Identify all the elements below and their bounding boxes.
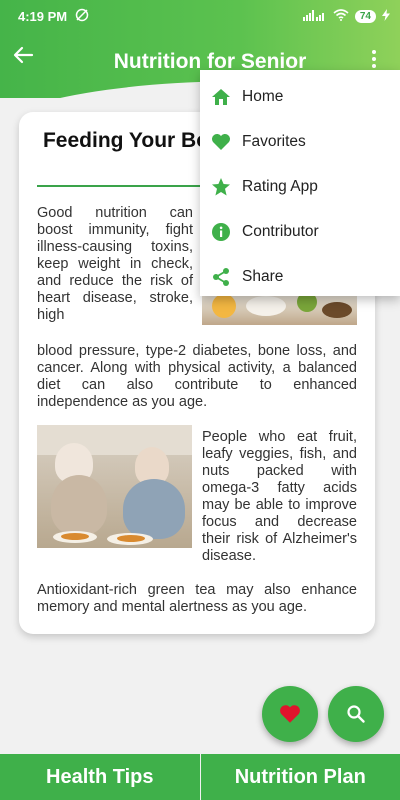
signal-icon [302,9,327,24]
menu-item-label: Share [242,267,284,285]
status-time: 4:19 PM [18,8,68,24]
menu-item-label: Favorites [242,132,306,150]
search-button[interactable] [328,686,384,742]
search-icon [347,705,365,723]
more-options-button[interactable] [364,48,384,70]
heart-icon [210,131,232,153]
do-not-disturb-icon [75,8,89,25]
seniors-eating-photo [37,425,192,548]
favorite-button[interactable] [262,686,318,742]
info-icon [210,221,232,243]
charging-icon [382,8,390,24]
tab-health-tips[interactable]: Health Tips [0,754,200,800]
home-icon [210,86,232,108]
tab-nutrition-plan[interactable]: Nutrition Plan [199,754,400,800]
menu-item-label: Contributor [242,222,319,240]
battery-level: 74 [354,9,376,23]
share-icon [210,266,232,288]
back-button[interactable] [10,44,36,70]
menu-item-share[interactable]: Share [200,254,400,299]
heart-icon [280,705,300,723]
article-paragraph: People who eat fruit, leafy veggies, fis… [202,429,357,564]
status-bar: 4:19 PM 74 [0,0,400,32]
article-paragraph: Good nutrition can boost immunity, fight… [37,205,193,323]
star-icon [210,176,232,198]
arrow-left-icon [13,46,34,64]
menu-item-label: Rating App [242,177,318,195]
bottom-tab-bar: Health Tips Nutrition Plan [0,754,400,800]
menu-item-contributor[interactable]: Contributor [200,209,400,254]
menu-item-favorites[interactable]: Favorites [200,119,400,164]
menu-item-rating-app[interactable]: Rating App [200,164,400,209]
wifi-icon [333,8,349,24]
menu-item-home[interactable]: Home [200,74,400,119]
overflow-menu: Home Favorites Rating App Contributor Sh… [200,70,400,296]
menu-item-label: Home [242,87,284,105]
article-paragraph: Antioxidant-rich green tea may also enha… [37,582,357,615]
article-paragraph: blood pressure, type-2 diabetes, bone lo… [37,343,357,410]
